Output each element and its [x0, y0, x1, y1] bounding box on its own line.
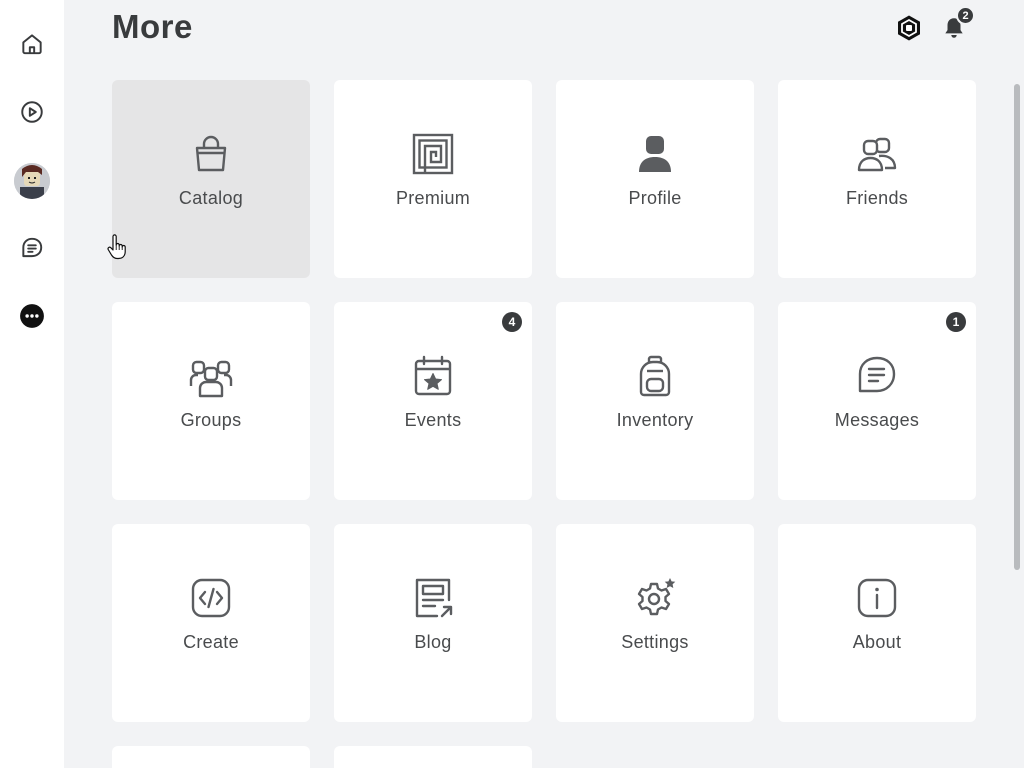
backpack-icon: [639, 355, 671, 396]
messages-badge: 1: [946, 312, 966, 332]
tile-label: Catalog: [178, 187, 244, 208]
tile-friends[interactable]: Friends: [778, 80, 976, 278]
tile-about[interactable]: About: [778, 524, 976, 722]
more-icon: [20, 304, 44, 328]
more-button[interactable]: [14, 298, 50, 334]
chat-button[interactable]: [14, 230, 50, 266]
tile-label: Messages: [834, 409, 920, 430]
tile-label: Profile: [628, 187, 682, 208]
more-grid: Catalog Premium Profile Friends Groups 4…: [112, 80, 976, 722]
robux-icon: [898, 15, 920, 41]
home-icon: [22, 34, 42, 55]
robux-button[interactable]: [894, 13, 924, 43]
tile-premium[interactable]: Premium: [334, 80, 532, 278]
profile-icon: [639, 135, 671, 172]
avatar-image: [14, 163, 50, 199]
tile-groups[interactable]: Groups: [112, 302, 310, 500]
discover-button[interactable]: [14, 94, 50, 130]
tile-blog[interactable]: Blog: [334, 524, 532, 722]
tile-profile[interactable]: Profile: [556, 80, 754, 278]
home-button[interactable]: [14, 26, 50, 62]
avatar[interactable]: [14, 163, 50, 199]
blog-icon: [415, 578, 453, 617]
tile-label: Inventory: [616, 409, 694, 430]
tile-settings[interactable]: Settings: [556, 524, 754, 722]
tile-inventory[interactable]: Inventory: [556, 302, 754, 500]
page-title: More: [112, 8, 193, 45]
tile-label: Events: [404, 409, 462, 430]
tile-partial[interactable]: [334, 746, 532, 768]
play-icon: [21, 101, 43, 123]
groups-icon: [189, 360, 233, 397]
code-icon: [191, 578, 231, 617]
tile-partial[interactable]: [112, 746, 310, 768]
tile-label: About: [852, 631, 902, 652]
hand-cursor: [107, 234, 126, 260]
tile-label: Friends: [845, 187, 909, 208]
tile-events[interactable]: 4 Events: [334, 302, 532, 500]
tile-label: Settings: [621, 631, 689, 652]
calendar-star-icon: [414, 355, 452, 395]
info-icon: [857, 578, 897, 617]
tile-label: Blog: [414, 631, 452, 652]
sidebar: [0, 0, 64, 768]
tile-label: Premium: [395, 187, 471, 208]
events-badge: 4: [502, 312, 522, 332]
shopping-bag-icon: [195, 135, 227, 171]
tile-messages[interactable]: 1 Messages: [778, 302, 976, 500]
premium-icon: [412, 133, 454, 174]
tile-label: Create: [183, 631, 239, 652]
tile-label: Groups: [180, 409, 242, 430]
tile-catalog[interactable]: Catalog: [112, 80, 310, 278]
tile-create[interactable]: Create: [112, 524, 310, 722]
friends-icon: [857, 137, 897, 171]
scrollbar[interactable]: [1014, 84, 1020, 570]
message-icon: [858, 356, 896, 392]
chat-icon: [22, 237, 43, 258]
gear-icon: [637, 577, 676, 615]
notification-badge: 2: [956, 6, 975, 25]
